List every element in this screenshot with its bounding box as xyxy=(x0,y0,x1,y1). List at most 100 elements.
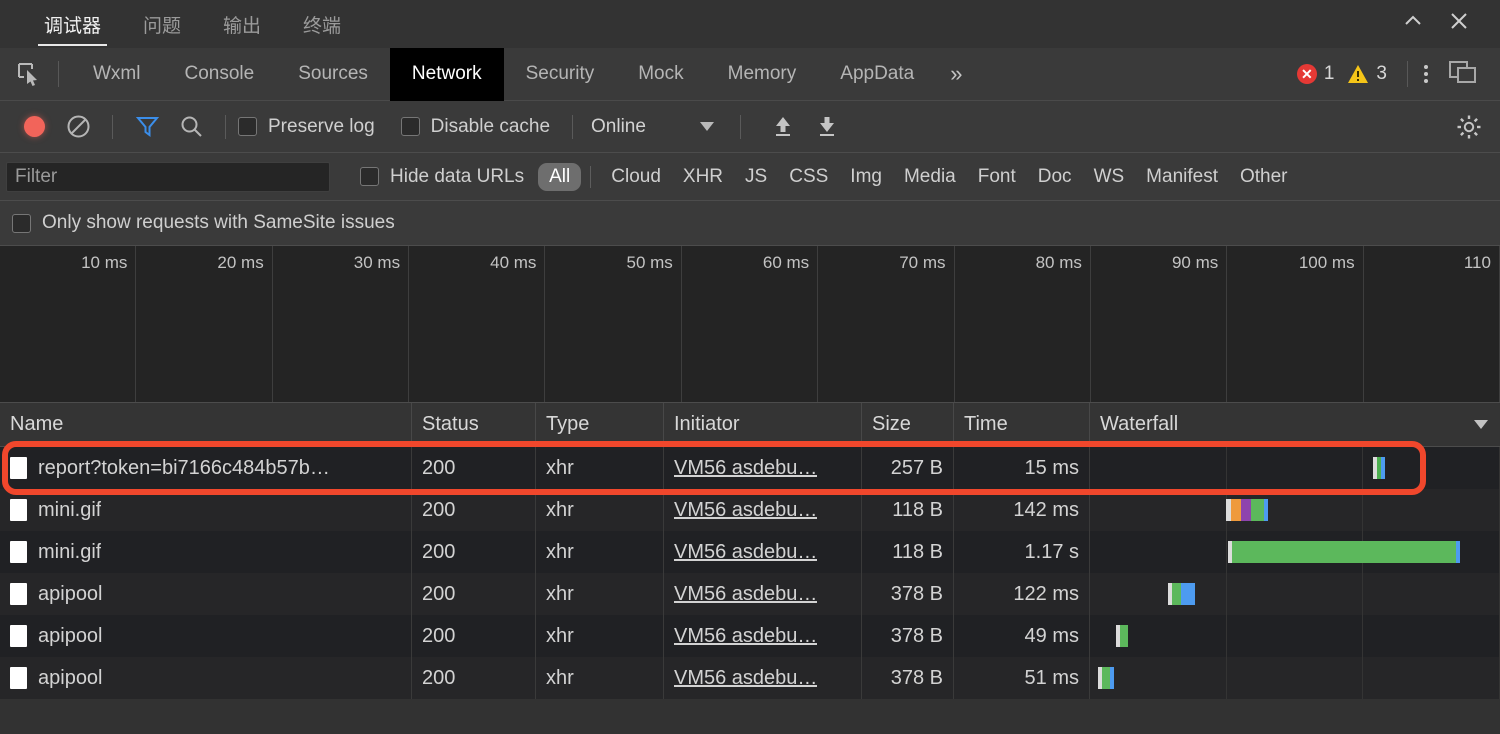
type-chip-manifest[interactable]: Manifest xyxy=(1135,163,1229,191)
type-chip-ws[interactable]: WS xyxy=(1083,163,1136,191)
cell-waterfall[interactable] xyxy=(1090,531,1500,573)
hide-data-urls-checkbox[interactable]: Hide data URLs xyxy=(360,166,524,188)
cell-initiator[interactable]: VM56 asdebu… xyxy=(664,573,862,615)
table-row[interactable]: apipool 200 xhr VM56 asdebu… 378 B 122 ms xyxy=(0,573,1500,615)
column-header-time[interactable]: Time xyxy=(954,402,1090,447)
samesite-checkbox[interactable]: Only show requests with SameSite issues xyxy=(12,212,395,234)
initiator-link[interactable]: VM56 asdebu… xyxy=(674,457,817,480)
initiator-link[interactable]: VM56 asdebu… xyxy=(674,625,817,648)
type-chip-doc[interactable]: Doc xyxy=(1027,163,1083,191)
initiator-link[interactable]: VM56 asdebu… xyxy=(674,499,817,522)
waterfall-segment xyxy=(1381,457,1385,479)
cell-size: 118 B xyxy=(862,489,954,531)
table-row[interactable]: report?token=bi7166c484b57b… 200 xhr VM56 a… xyxy=(0,447,1500,489)
table-row[interactable]: mini.gif 200 xhr VM56 asdebu… 118 B 142 ms xyxy=(0,489,1500,531)
preserve-log-checkbox[interactable]: Preserve log xyxy=(238,116,375,138)
type-chip-other[interactable]: Other xyxy=(1229,163,1299,191)
waterfall-gridline xyxy=(1090,573,1227,615)
cell-initiator[interactable]: VM56 asdebu… xyxy=(664,615,862,657)
type-chip-img[interactable]: Img xyxy=(839,163,893,191)
type-chip-all[interactable]: All xyxy=(538,162,582,191)
sort-descending-icon[interactable] xyxy=(1474,420,1488,429)
more-tabs-icon[interactable]: » xyxy=(936,61,976,87)
cell-waterfall[interactable] xyxy=(1090,573,1500,615)
close-icon[interactable] xyxy=(1436,1,1482,41)
ide-tab-0[interactable]: 调试器 xyxy=(30,11,115,48)
tab-memory[interactable]: Memory xyxy=(706,48,819,101)
collapse-panel-icon[interactable] xyxy=(1390,1,1436,41)
table-row[interactable]: apipool 200 xhr VM56 asdebu… 378 B 49 ms xyxy=(0,615,1500,657)
window-controls xyxy=(1390,0,1482,42)
tab-wxml[interactable]: Wxml xyxy=(71,48,162,101)
table-row[interactable]: apipool 200 xhr VM56 asdebu… 378 B 51 ms xyxy=(0,657,1500,699)
type-chip-js[interactable]: JS xyxy=(734,163,778,191)
toolbar-divider xyxy=(739,114,741,139)
type-chip-css[interactable]: CSS xyxy=(778,163,839,191)
tab-console[interactable]: Console xyxy=(162,48,276,101)
import-har-icon[interactable] xyxy=(761,107,805,147)
inspect-element-icon[interactable] xyxy=(0,61,58,87)
table-row[interactable]: mini.gif 200 xhr VM56 asdebu… 118 B 1.17 s xyxy=(0,531,1500,573)
tab-network[interactable]: Network xyxy=(389,47,504,101)
column-header-size[interactable]: Size xyxy=(862,402,954,447)
cell-status: 200 xyxy=(412,531,536,573)
cell-waterfall[interactable] xyxy=(1090,489,1500,531)
filter-input[interactable] xyxy=(6,161,330,192)
column-header-initiator[interactable]: Initiator xyxy=(664,402,862,447)
cell-waterfall[interactable] xyxy=(1090,447,1500,489)
issues-counter[interactable]: ✕ 1 3 xyxy=(1296,63,1407,85)
more-options-icon[interactable] xyxy=(1408,65,1444,83)
ide-tab-2[interactable]: 输出 xyxy=(209,11,275,48)
column-header-name[interactable]: Name xyxy=(0,402,412,447)
cell-name: apipool xyxy=(0,615,412,657)
settings-gear-icon[interactable] xyxy=(1446,107,1492,147)
waterfall-segment xyxy=(1264,499,1268,521)
waterfall-gridlines xyxy=(1090,657,1500,699)
filter-toggle[interactable] xyxy=(125,107,169,147)
record-button[interactable] xyxy=(12,107,56,147)
cell-time: 51 ms xyxy=(954,657,1090,699)
type-chip-xhr[interactable]: XHR xyxy=(672,163,734,191)
waterfall-gridline xyxy=(1227,447,1364,489)
cell-waterfall[interactable] xyxy=(1090,615,1500,657)
column-header-status[interactable]: Status xyxy=(412,402,536,447)
network-overview[interactable]: 10 ms 20 ms 30 ms 40 ms 50 ms 60 ms 70 ms 80 ms… xyxy=(0,246,1500,403)
cell-initiator[interactable]: VM56 asdebu… xyxy=(664,489,862,531)
initiator-link[interactable]: VM56 asdebu… xyxy=(674,667,817,690)
export-har-icon[interactable] xyxy=(805,107,849,147)
type-chip-media[interactable]: Media xyxy=(893,163,967,191)
cell-initiator[interactable]: VM56 asdebu… xyxy=(664,531,862,573)
initiator-link[interactable]: VM56 asdebu… xyxy=(674,541,817,564)
tab-appdata[interactable]: AppData xyxy=(818,48,936,101)
ruler-tick-label: 100 ms xyxy=(1298,253,1355,272)
ide-tab-1[interactable]: 问题 xyxy=(129,11,195,48)
throttling-dropdown[interactable]: Online xyxy=(585,116,720,138)
dock-position-icon[interactable] xyxy=(1444,59,1490,90)
column-header-waterfall[interactable]: Waterfall xyxy=(1090,403,1500,447)
cell-waterfall[interactable] xyxy=(1090,657,1500,699)
waterfall-gridline xyxy=(1227,615,1364,657)
column-header-type[interactable]: Type xyxy=(536,402,664,447)
ide-tab-3[interactable]: 终端 xyxy=(289,11,355,48)
search-button[interactable] xyxy=(169,107,213,147)
ruler-tick-9: 100 ms xyxy=(1227,246,1364,402)
cell-time: 15 ms xyxy=(954,447,1090,489)
cell-initiator[interactable]: VM56 asdebu… xyxy=(664,657,862,699)
clear-button[interactable] xyxy=(56,107,100,147)
table-header-row: Name Status Type Initiator Size Time Waterfall xyxy=(0,402,1500,447)
initiator-link[interactable]: VM56 asdebu… xyxy=(674,583,817,606)
waterfall-segment xyxy=(1232,541,1456,563)
disable-cache-checkbox[interactable]: Disable cache xyxy=(400,116,550,138)
chip-divider xyxy=(590,165,592,188)
waterfall-gridline xyxy=(1363,657,1500,699)
tab-sources[interactable]: Sources xyxy=(276,48,390,101)
tab-mock[interactable]: Mock xyxy=(616,48,705,101)
type-chip-font[interactable]: Font xyxy=(967,163,1027,191)
cell-initiator[interactable]: VM56 asdebu… xyxy=(664,447,862,489)
tab-security[interactable]: Security xyxy=(504,48,617,101)
cell-type: xhr xyxy=(536,573,664,615)
type-chip-cloud[interactable]: Cloud xyxy=(600,163,672,191)
waterfall-gridlines xyxy=(1090,447,1500,489)
file-icon xyxy=(10,583,27,605)
ruler-tick-8: 90 ms xyxy=(1091,246,1228,402)
